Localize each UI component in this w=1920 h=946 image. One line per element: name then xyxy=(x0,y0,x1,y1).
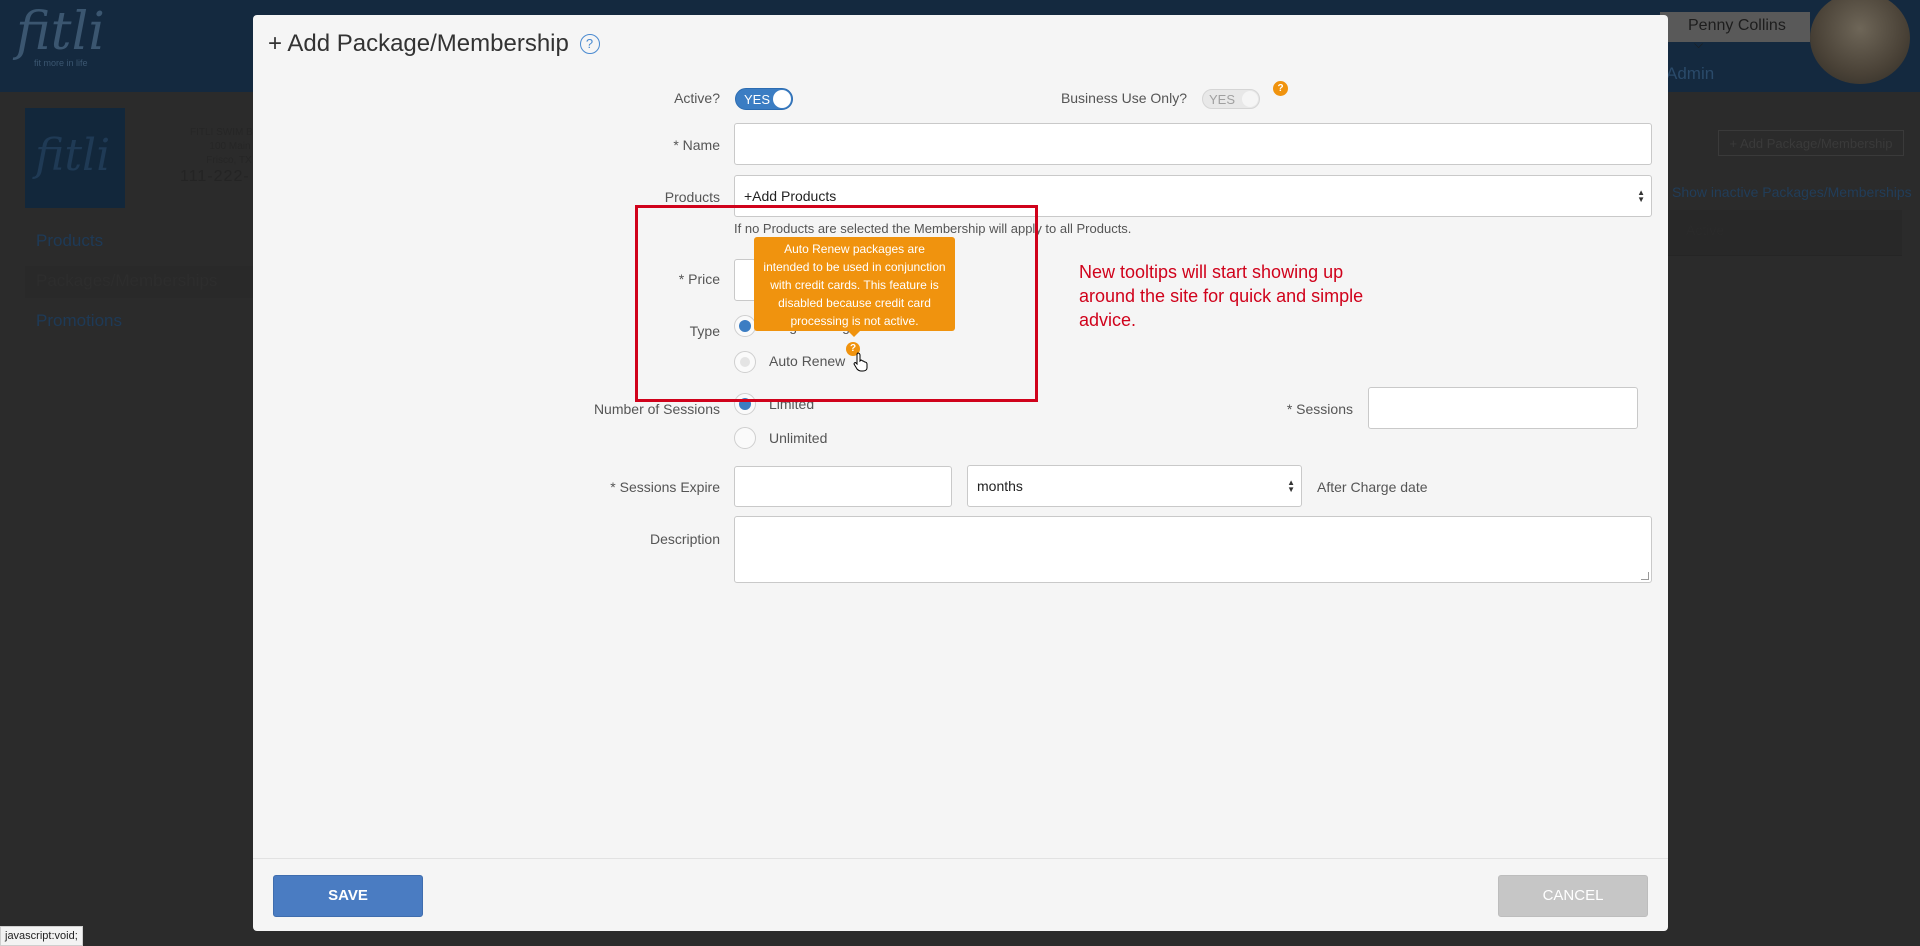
add-package-button[interactable]: + Add Package/Membership xyxy=(1718,130,1904,156)
annotation-text: New tooltips will start showing up aroun… xyxy=(1079,262,1364,330)
sessions-count-label: * Sessions xyxy=(1286,401,1353,417)
business-use-toggle-text: YES xyxy=(1209,92,1236,107)
chevron-down-icon: ⌵ xyxy=(1694,37,1704,51)
sessions-unlimited-radio[interactable] xyxy=(734,427,756,449)
business-phone: 111-222- xyxy=(180,168,250,185)
active-label: Active? xyxy=(674,90,720,106)
cancel-button[interactable]: CANCEL xyxy=(1498,875,1648,917)
business-use-label: Business Use Only? xyxy=(1060,90,1187,106)
modal-footer xyxy=(253,858,1668,931)
name-input[interactable] xyxy=(734,123,1652,165)
select-arrows-icon: ▲ ▼ xyxy=(1637,188,1645,204)
active-toggle-text: YES xyxy=(744,92,771,107)
auto-renew-tooltip: Auto Renew packages are intended to be u… xyxy=(754,237,955,337)
sidebar-item-packages[interactable]: Packages/Memberships xyxy=(36,271,217,291)
logo-word: fitli xyxy=(16,2,105,62)
sessions-expire-unit-value: months xyxy=(977,478,1023,494)
hand-pointer-icon xyxy=(853,352,868,372)
toggle-knob xyxy=(1242,91,1258,107)
business-logo-word: fitli xyxy=(35,130,111,181)
description-label: Description xyxy=(649,531,720,547)
active-toggle[interactable]: YES xyxy=(735,88,793,110)
help-icon[interactable]: ? xyxy=(579,34,600,54)
modal-title: + Add Package/Membership ? xyxy=(268,30,600,58)
business-use-toggle[interactable]: YES xyxy=(1202,89,1260,109)
business-address: FITLI SWIM BU 100 Main S Frisco, TX 7 xyxy=(150,126,260,168)
name-label: * Name xyxy=(673,137,720,153)
sessions-expire-unit-select[interactable]: months ▲ ▼ xyxy=(967,465,1302,507)
business-use-help-icon[interactable]: ? xyxy=(1273,81,1288,96)
user-name: Penny Collins xyxy=(1688,17,1786,34)
sessions-count-input[interactable] xyxy=(1368,387,1638,429)
business-line: FITLI SWIM BU xyxy=(190,127,260,138)
resize-handle-icon[interactable] xyxy=(1641,572,1649,580)
products-label: Products xyxy=(664,189,720,205)
app-logo[interactable]: fitli fit more in life xyxy=(16,2,105,78)
business-line: Frisco, TX 7 xyxy=(206,155,260,166)
description-textarea[interactable] xyxy=(734,516,1652,583)
business-logo: fitli xyxy=(25,108,125,208)
user-menu[interactable]: Penny Collins ⌵ xyxy=(1660,12,1810,51)
sessions-type-label: Number of Sessions xyxy=(593,401,720,417)
sessions-expire-suffix: After Charge date xyxy=(1317,479,1428,495)
select-arrows-icon: ▲ ▼ xyxy=(1287,478,1295,494)
show-inactive-link[interactable]: Show inactive Packages/Memberships xyxy=(1672,184,1912,200)
sidebar-item-promotions[interactable]: Promotions xyxy=(36,311,122,331)
business-line: 100 Main S xyxy=(209,141,260,152)
table-header-active: Active xyxy=(1662,210,1902,256)
status-bar-url: javascript:void; xyxy=(0,926,83,946)
sessions-unlimited-label: Unlimited xyxy=(769,430,828,446)
sessions-expire-label: * Sessions Expire xyxy=(610,479,720,495)
products-select-value: +Add Products xyxy=(744,188,837,204)
add-package-modal: + Add Package/Membership ? Active? YES B… xyxy=(253,15,1668,931)
modal-title-text: + Add Package/Membership xyxy=(268,30,569,57)
toggle-knob xyxy=(773,90,791,108)
save-button[interactable]: SAVE xyxy=(273,875,423,917)
sidebar-item-products[interactable]: Products xyxy=(36,231,103,251)
role-label[interactable]: Admin xyxy=(1666,64,1714,84)
sessions-expire-input[interactable] xyxy=(734,466,952,507)
